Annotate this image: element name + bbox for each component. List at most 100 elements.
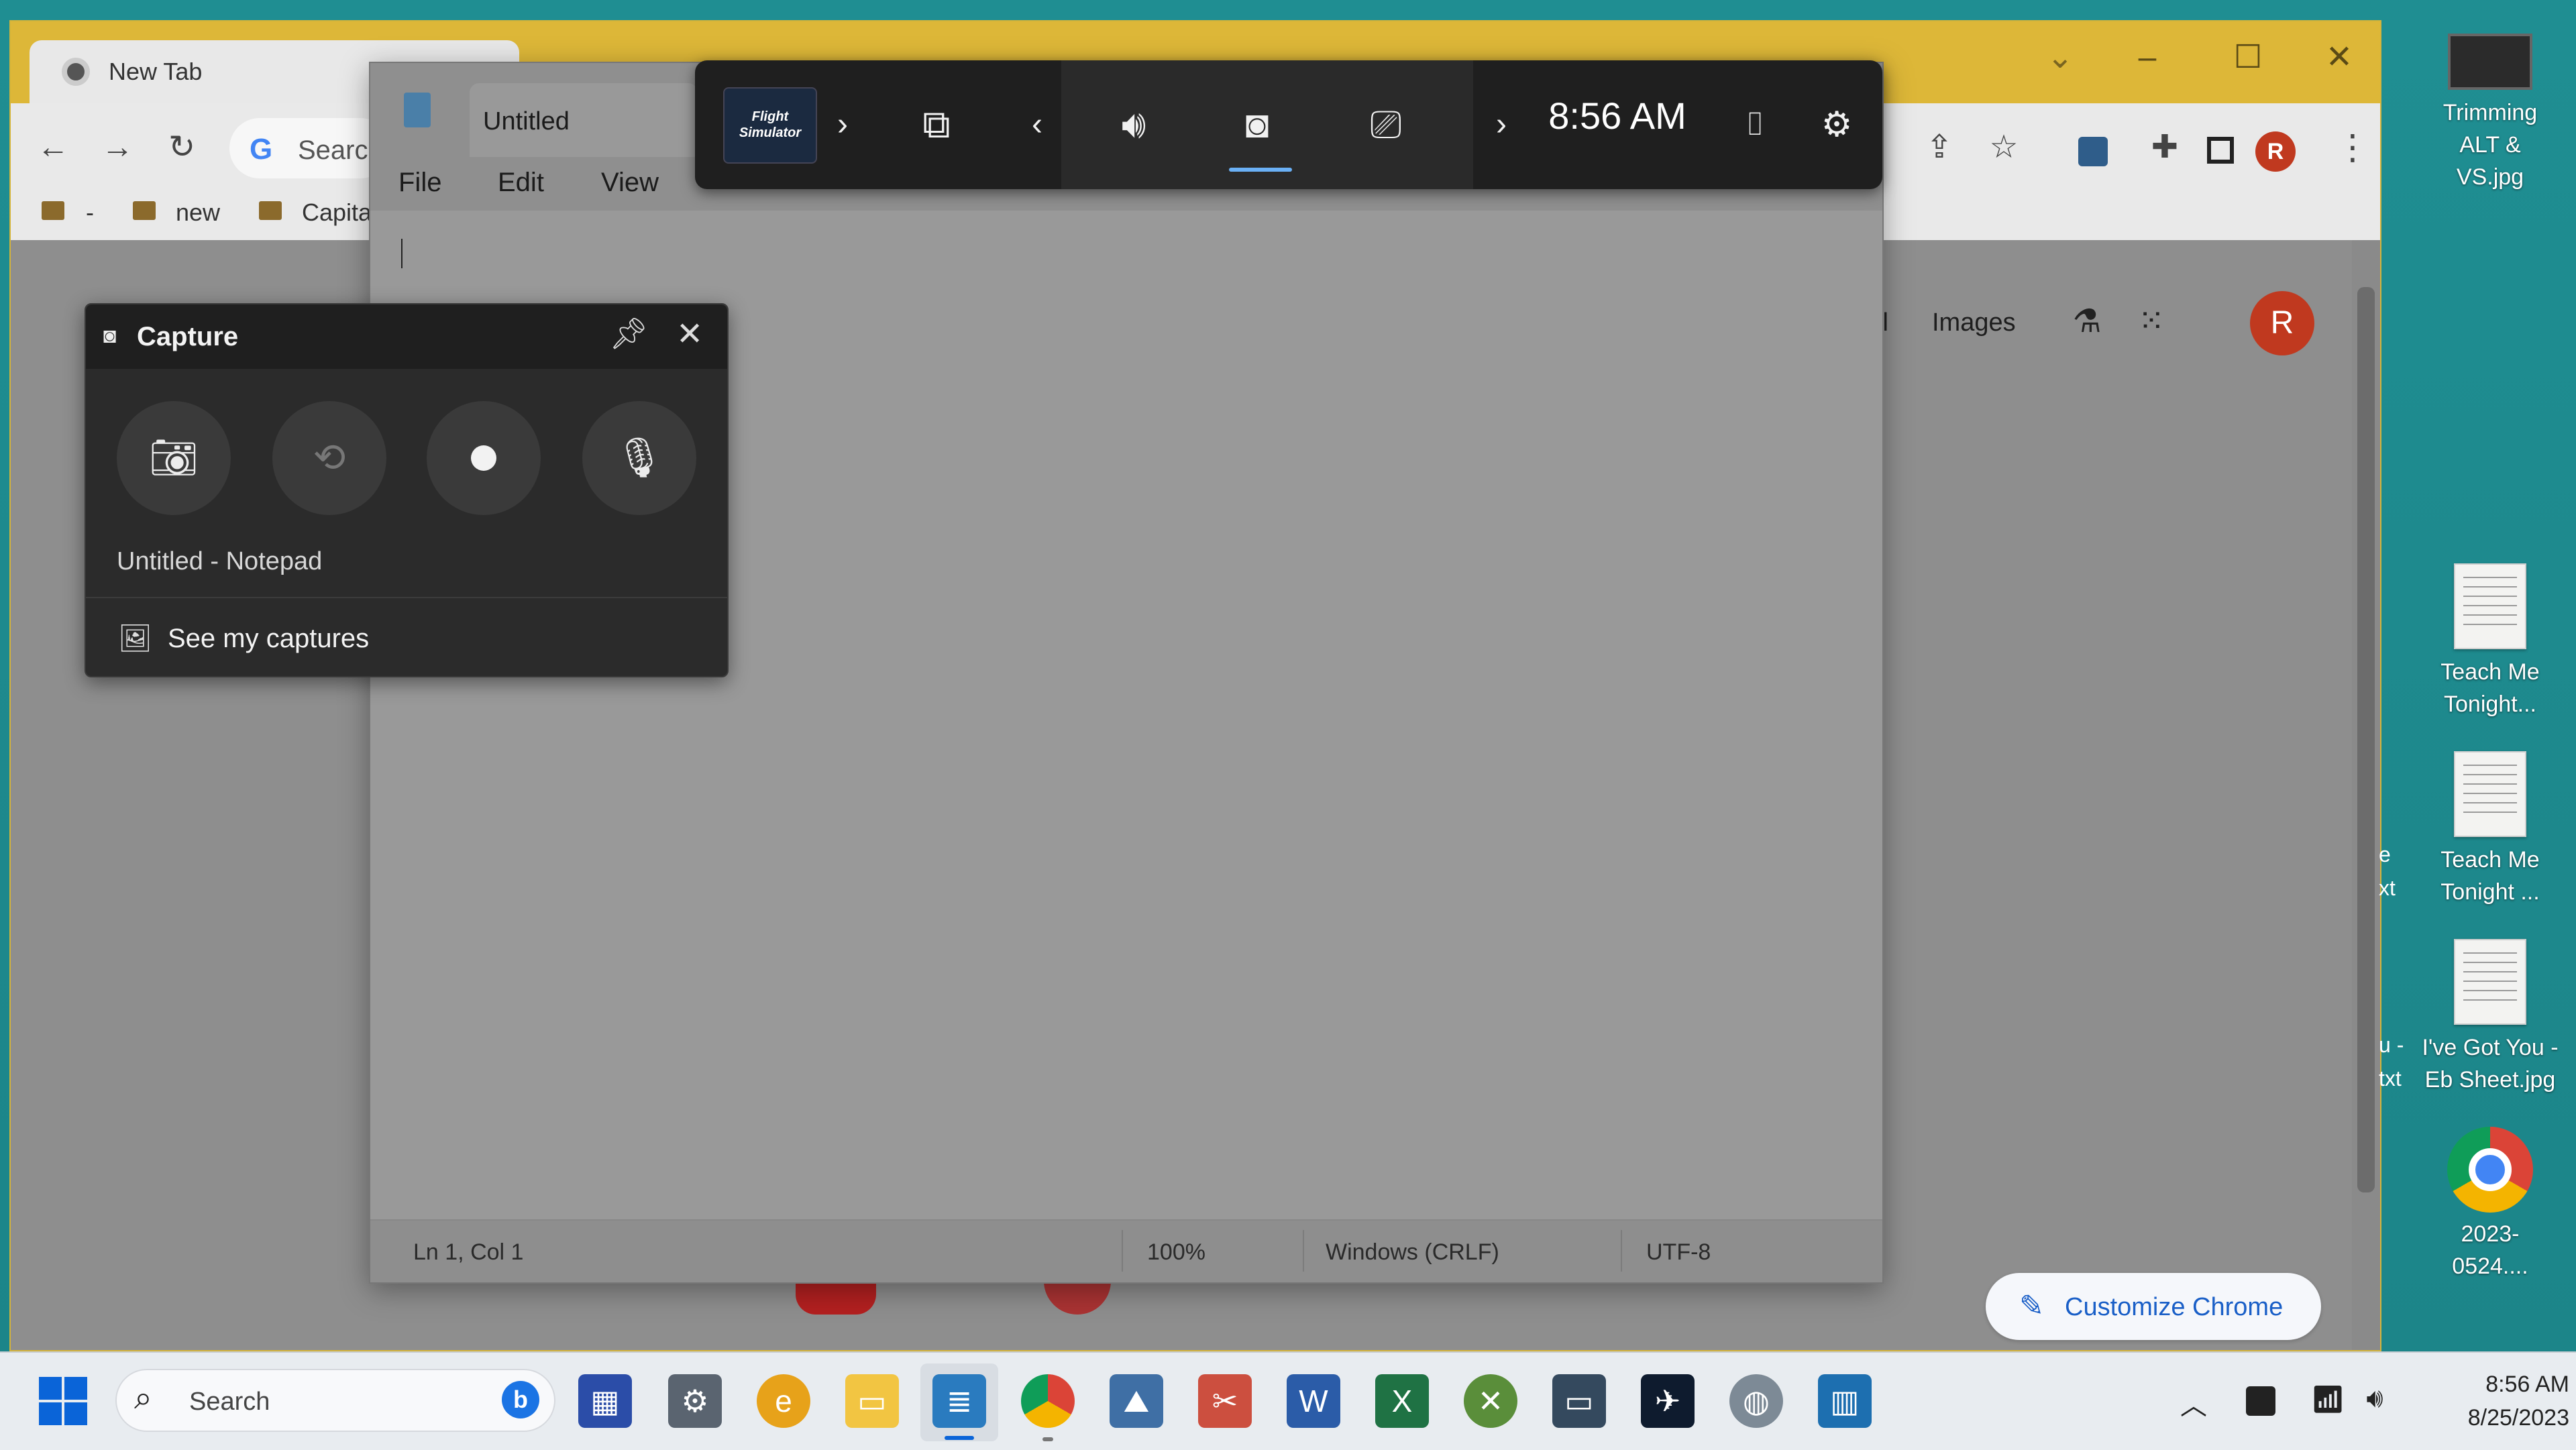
folder-icon (133, 201, 156, 220)
notepad-taskbar-icon[interactable]: ≣ (932, 1374, 986, 1428)
taskbar-search-box[interactable]: ⌕ Search b (115, 1369, 555, 1432)
menu-view[interactable]: View (601, 168, 659, 198)
settings-icon[interactable]: ⚙ (668, 1374, 722, 1428)
volume-icon[interactable]: 🔊︎ (2355, 1384, 2395, 1414)
show-hidden-icons-chevron[interactable]: ︿ (2174, 1384, 2214, 1423)
customize-chrome-button[interactable]: ✎ Customize Chrome (1986, 1273, 2321, 1340)
record-last-30s-button[interactable]: ⟲ (272, 401, 386, 515)
sheet-music-thumbnail-icon (2454, 939, 2526, 1025)
close-icon[interactable]: ✕ (676, 315, 703, 353)
xbox-icon[interactable]: ✕ (1464, 1374, 1517, 1428)
status-divider (1303, 1230, 1304, 1272)
images-link[interactable]: Images (1932, 309, 2016, 337)
scroll-left-chevron-icon[interactable]: ‹ (1010, 60, 1064, 189)
settings-gear-icon[interactable]: ⚙ (1810, 60, 1864, 189)
back-arrow-icon[interactable]: ← (30, 127, 76, 168)
search-placeholder: Search (189, 1388, 270, 1416)
capture-widget-header: ◙ Capture 📌︎ ✕ (86, 304, 727, 369)
bookmark-label: - (86, 199, 94, 226)
status-encoding: UTF-8 (1646, 1239, 1711, 1265)
customize-chrome-label: Customize Chrome (2065, 1293, 2284, 1321)
profile-avatar[interactable]: R (2250, 291, 2314, 355)
clock-date: 8/25/2023 (2467, 1405, 2569, 1431)
maximize-button[interactable]: ☐ (2224, 38, 2271, 78)
kebab-menu-icon[interactable]: ⋮ (2329, 127, 2376, 168)
omnibox[interactable]: G Search (229, 118, 390, 178)
scroll-right-chevron-icon[interactable]: › (1474, 60, 1528, 189)
pencil-icon: ✎ (2019, 1290, 2044, 1323)
excel-icon[interactable]: X (1375, 1374, 1429, 1428)
see-my-captures-label: See my captures (168, 624, 370, 653)
snipping-tool-icon[interactable]: ✂ (1198, 1374, 1252, 1428)
gamebar-clock: 8:56 AM (1548, 95, 1686, 137)
photos-icon[interactable]: ⛰ (1110, 1374, 1163, 1428)
flight-simulator-icon[interactable]: ✈ (1641, 1374, 1695, 1428)
desktop-icon-teach-me-1[interactable]: Teach Me Tonight... (2423, 563, 2557, 720)
desktop-icon-label: 2023-0524.... (2452, 1221, 2528, 1279)
start-recording-button[interactable] (427, 401, 541, 515)
minimize-button[interactable]: – (2124, 38, 2171, 78)
running-app-indicator (1042, 1437, 1053, 1441)
desktop-icon-chrome-shortcut[interactable]: 2023-0524.... (2423, 1127, 2557, 1282)
globe-app-icon[interactable]: ◍ (1729, 1374, 1783, 1428)
notepad-tab[interactable]: Untitled (470, 83, 698, 157)
clock-time: 8:56 AM (2485, 1372, 2569, 1397)
tray-app-icon[interactable] (2246, 1386, 2275, 1416)
pin-icon[interactable]: 📌︎ (609, 315, 648, 352)
mic-off-button[interactable]: 🎙︎ (582, 401, 696, 515)
resources-widget-icon[interactable]: ⎚ (1346, 60, 1426, 189)
game-thumbnail-text: Flight Simulator (739, 109, 802, 140)
desktop-icon-teach-me-2[interactable]: Teach Me Tonight ... (2423, 751, 2557, 908)
tab-search-chevron-icon[interactable]: ⌄ (2037, 38, 2084, 78)
share-icon[interactable]: ⇪ (1916, 127, 1963, 168)
extension-icon[interactable] (2078, 137, 2108, 166)
search-icon: ⌕ (134, 1380, 152, 1416)
xbox-game-bar: Flight Simulator › ⧉ ‹ 🔊︎ ◙ ⎚ › 8:56 AM … (695, 60, 1882, 189)
desktop-peek-text: u - (2379, 1033, 2404, 1057)
reload-icon[interactable]: ↻ (158, 127, 205, 168)
taskbar-clock[interactable]: 8:56 AM 8/25/2023 (2415, 1368, 2569, 1435)
puzzle-extensions-icon[interactable]: ✚ (2141, 127, 2188, 168)
remote-desktop-icon[interactable]: ▭ (1552, 1374, 1606, 1428)
side-panel-icon[interactable] (2207, 137, 2234, 164)
status-zoom: 100% (1147, 1239, 1205, 1265)
taskbar: ⌕ Search b ▦ ⚙ e ▭ ≣ ⛰ ✂ W X ✕ ▭ ✈ ◍ ▥ ︿… (0, 1351, 2576, 1450)
resource-monitor-icon[interactable]: ▥ (1818, 1374, 1872, 1428)
start-button[interactable] (39, 1377, 89, 1427)
video-file-icon (2448, 34, 2532, 90)
audio-widget-icon[interactable]: 🔊︎ (1093, 60, 1174, 189)
desktop-icon-label: I've Got You - Eb Sheet.jpg (2422, 1035, 2559, 1093)
forward-arrow-icon[interactable]: → (94, 127, 141, 168)
menu-edit[interactable]: Edit (498, 168, 544, 198)
chrome-scrollbar[interactable] (2352, 240, 2380, 1350)
divider (86, 597, 727, 598)
word-icon[interactable]: W (1287, 1374, 1340, 1428)
edge-canary-icon[interactable]: e (757, 1374, 810, 1428)
screenshot-button[interactable]: 📷︎ (117, 401, 231, 515)
bing-chat-icon[interactable]: b (502, 1381, 539, 1418)
expand-chevron-icon[interactable]: › (822, 60, 863, 189)
windows-logo-pane (39, 1402, 62, 1425)
close-button[interactable]: ✕ (2316, 38, 2363, 78)
mouse-icon[interactable]: ⌷ (1728, 60, 1782, 189)
microsoft-store-icon[interactable]: ▦ (578, 1374, 632, 1428)
scrollbar-thumb[interactable] (2357, 287, 2375, 1192)
chrome-taskbar-icon[interactable] (1021, 1374, 1075, 1428)
bookmark-star-icon[interactable]: ☆ (1980, 127, 2027, 168)
google-g-icon: G (250, 133, 273, 166)
desktop-icon-trimming[interactable]: Trimming ALT & VS.jpg (2423, 34, 2557, 193)
profile-avatar-small[interactable]: R (2255, 131, 2296, 172)
status-divider (1621, 1230, 1622, 1272)
desktop-icon-ive-got-you[interactable]: I've Got You - Eb Sheet.jpg (2410, 939, 2571, 1096)
windows-logo-pane (64, 1377, 87, 1400)
game-thumbnail[interactable]: Flight Simulator (723, 87, 817, 164)
file-explorer-icon[interactable]: ▭ (845, 1374, 899, 1428)
apps-grid-icon[interactable]: ⁙ (2128, 302, 2175, 342)
menu-file[interactable]: File (398, 168, 441, 198)
labs-flask-icon[interactable]: ⚗ (2063, 302, 2110, 342)
active-widget-indicator (1229, 168, 1292, 172)
performance-widget-icon[interactable]: ⧉ (903, 60, 970, 189)
wifi-icon[interactable]: 📶︎ (2308, 1384, 2348, 1415)
notepad-app-icon (404, 93, 431, 127)
see-my-captures-link[interactable]: 🖼︎ See my captures (118, 620, 588, 660)
